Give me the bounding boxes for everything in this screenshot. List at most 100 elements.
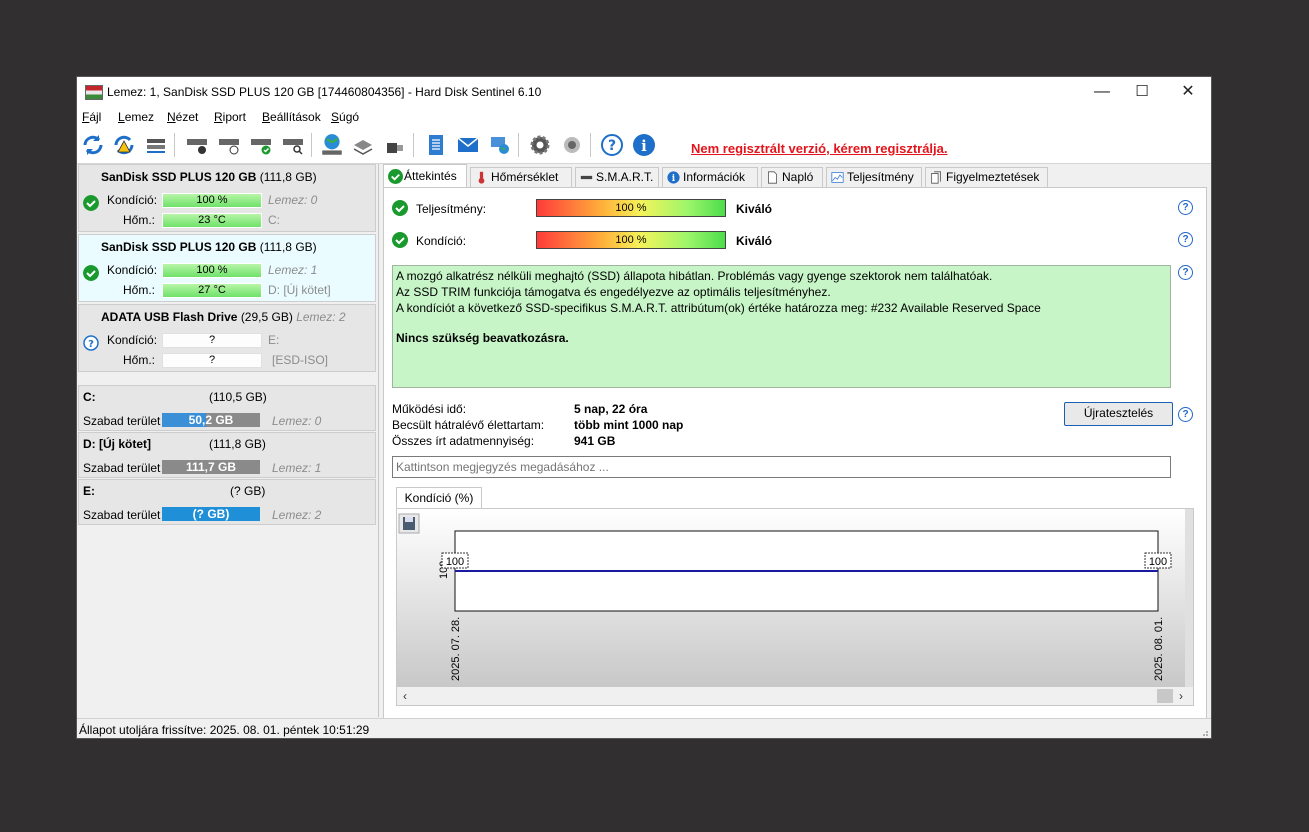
status-text: Állapot utoljára frissítve: 2025. 08. 01… xyxy=(79,723,370,737)
disk-info-icon[interactable] xyxy=(184,132,210,158)
chart-scroll-edge xyxy=(1185,509,1193,687)
report-icon[interactable] xyxy=(423,132,449,158)
sound-icon[interactable] xyxy=(559,132,585,158)
volume-item-c[interactable]: C: (110,5 GB) Szabad terület 50,2 GB Lem… xyxy=(78,385,376,431)
tab-overview[interactable]: Áttekintés xyxy=(383,164,467,188)
alerts-document-icon xyxy=(931,171,941,184)
network-globe-icon[interactable] xyxy=(319,132,345,158)
scroll-thumb[interactable] xyxy=(1157,689,1173,703)
app-window: Lemez: 1, SanDisk SSD PLUS 120 GB [17446… xyxy=(77,77,1211,738)
temp-bar: 23 °C xyxy=(162,213,262,228)
maximize-button[interactable]: ☐ xyxy=(1119,77,1165,107)
disk-search-icon[interactable] xyxy=(280,132,306,158)
condition-label: Kondíció: xyxy=(416,234,467,248)
send-report-icon[interactable] xyxy=(487,132,513,158)
help-icon[interactable]: ? xyxy=(1178,407,1193,422)
chart-scrollbar[interactable] xyxy=(397,687,1193,705)
uptime-value: 5 nap, 22 óra xyxy=(574,402,648,416)
tab-performance[interactable]: Teljesítmény xyxy=(826,167,922,187)
disk-item-2[interactable]: ADATA USB Flash Drive (29,5 GB) Lemez: 2… xyxy=(78,304,376,372)
toolbar-separator xyxy=(174,133,175,157)
tab-smart[interactable]: S.M.A.R.T. xyxy=(575,167,659,187)
help-icon[interactable]: ? xyxy=(1178,200,1193,215)
disk-number: Lemez: 0 xyxy=(272,414,322,428)
menu-view[interactable]: Nézet xyxy=(167,110,198,124)
register-link[interactable]: Nem regisztrált verzió, kérem regisztrál… xyxy=(691,141,948,156)
svg-text:i: i xyxy=(641,137,647,155)
disk-copy-icon[interactable] xyxy=(350,132,376,158)
menu-bar: Fájl Lemez Nézet Riport Beállítások Súgó xyxy=(77,107,1211,127)
close-button[interactable]: ✕ xyxy=(1165,77,1211,107)
menu-settings[interactable]: Beállítások xyxy=(262,110,321,124)
status-bar: Állapot utoljára frissítve: 2025. 08. 01… xyxy=(77,718,1211,738)
note-input[interactable] xyxy=(392,456,1171,478)
free-space-label: Szabad terület xyxy=(83,508,161,522)
usb-drive-icon[interactable] xyxy=(382,132,408,158)
volume-label: [ESD-ISO] xyxy=(272,353,329,367)
performance-label: Teljesítmény: xyxy=(416,202,487,216)
tab-alerts[interactable]: Figyelmeztetések xyxy=(925,167,1048,187)
refresh-icon[interactable] xyxy=(80,132,106,158)
disk-name: SanDisk SSD PLUS 120 GB (111,8 GB) xyxy=(101,170,317,184)
tab-information[interactable]: i Információk xyxy=(662,167,758,187)
retest-button[interactable]: Újratesztelés xyxy=(1064,402,1173,426)
help-icon[interactable]: ? xyxy=(599,132,625,158)
scroll-left-icon[interactable]: ‹ xyxy=(403,689,407,703)
volume-item-d[interactable]: D: [Új kötet] (111,8 GB) Szabad terület … xyxy=(78,432,376,478)
volume-size: (? GB) xyxy=(230,484,266,498)
title-bar: Lemez: 1, SanDisk SSD PLUS 120 GB [17446… xyxy=(77,77,1211,107)
disk-number: Lemez: 1 xyxy=(268,263,318,277)
written-label: Összes írt adatmennyiség: xyxy=(392,434,535,448)
toolbar: ? i Nem regisztrált verzió, kérem regisz… xyxy=(77,127,1211,164)
svg-text:?: ? xyxy=(608,138,616,154)
temp-bar: 27 °C xyxy=(162,283,262,298)
menu-report[interactable]: Riport xyxy=(214,110,246,124)
menu-file[interactable]: Fájl xyxy=(82,110,101,124)
disk-list-icon[interactable] xyxy=(143,132,169,158)
disk-item-1[interactable]: SanDisk SSD PLUS 120 GB (111,8 GB) Kondí… xyxy=(78,234,376,302)
overview-content: Teljesítmény: 100 % Kiváló ? Kondíció: 1… xyxy=(383,187,1207,719)
volume-size: (111,8 GB) xyxy=(209,437,266,451)
volume-name: E: xyxy=(83,484,95,498)
scroll-right-icon[interactable]: › xyxy=(1179,689,1183,703)
disk-item-0[interactable]: SanDisk SSD PLUS 120 GB (111,8 GB) Kondí… xyxy=(78,164,376,232)
info-icon[interactable]: i xyxy=(631,132,657,158)
toolbar-separator xyxy=(590,133,591,157)
performance-bar: 100 % xyxy=(536,199,726,217)
volume-item-e[interactable]: E: (? GB) Szabad terület (? GB) Lemez: 2 xyxy=(78,479,376,525)
refresh-warning-icon[interactable] xyxy=(111,132,137,158)
toolbar-separator xyxy=(413,133,414,157)
window-title: Lemez: 1, SanDisk SSD PLUS 120 GB [17446… xyxy=(107,85,542,99)
details-panel: Áttekintés Hőmérséklet S.M.A.R.T. i Info… xyxy=(383,164,1211,719)
menu-help[interactable]: Súgó xyxy=(331,110,359,124)
tab-log[interactable]: Napló xyxy=(761,167,823,187)
save-chart-icon[interactable] xyxy=(398,513,420,534)
chart-tab-condition[interactable]: Kondíció (%) xyxy=(396,487,482,510)
disk-name: ADATA USB Flash Drive (29,5 GB) Lemez: 2 xyxy=(101,310,346,324)
volume-size: (110,5 GB) xyxy=(209,390,267,404)
uptime-label: Működési idő: xyxy=(392,402,467,416)
disk-schedule-icon[interactable] xyxy=(216,132,242,158)
tab-bar: Áttekintés Hőmérséklet S.M.A.R.T. i Info… xyxy=(383,164,1211,188)
volume-name: C: xyxy=(83,390,96,404)
svg-text:?: ? xyxy=(88,339,94,350)
resize-grip-icon[interactable] xyxy=(1199,727,1209,737)
gear-icon[interactable] xyxy=(527,132,553,158)
condition-label: Kondíció: xyxy=(107,333,158,347)
email-icon[interactable] xyxy=(455,132,481,158)
app-logo-icon xyxy=(85,85,103,100)
free-space-bar: 50,2 GB xyxy=(162,413,260,427)
help-icon[interactable]: ? xyxy=(1178,232,1193,247)
temp-label: Hőm.: xyxy=(123,213,156,227)
disk-panel: SanDisk SSD PLUS 120 GB (111,8 GB) Kondí… xyxy=(77,164,379,717)
thermometer-icon xyxy=(478,171,485,184)
condition-rating: Kiváló xyxy=(736,234,773,248)
chart-icon xyxy=(831,172,844,183)
tab-temperature[interactable]: Hőmérséklet xyxy=(470,167,572,187)
condition-chart: 100 100 100 2025. 07. 28. 2025. 08. 01. ‹ › xyxy=(396,508,1194,706)
ok-check-icon xyxy=(83,195,99,211)
help-icon[interactable]: ? xyxy=(1178,265,1193,280)
disk-test-ok-icon[interactable] xyxy=(248,132,274,158)
ok-check-icon xyxy=(392,200,408,216)
menu-disk[interactable]: Lemez xyxy=(118,110,154,124)
